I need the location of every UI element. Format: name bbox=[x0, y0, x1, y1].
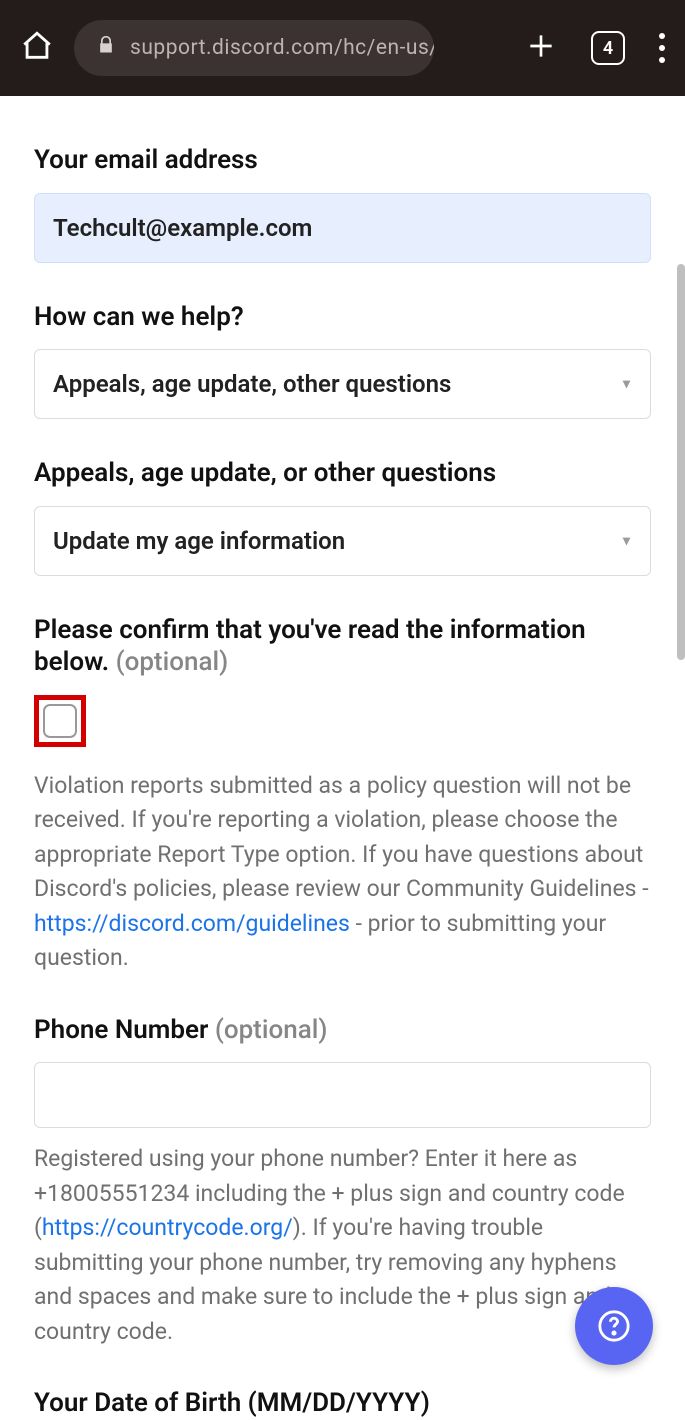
category-select[interactable]: Update my age information bbox=[34, 506, 651, 576]
confirm-help-text: Violation reports submitted as a policy … bbox=[34, 769, 651, 976]
url-bar[interactable]: support.discord.com/hc/en-us/requ bbox=[74, 20, 434, 76]
phone-help-text: Registered using your phone number? Ente… bbox=[34, 1142, 651, 1349]
category-label: Appeals, age update, or other questions bbox=[34, 457, 651, 490]
confirm-help-pre: Violation reports submitted as a policy … bbox=[34, 772, 649, 903]
guidelines-link[interactable]: https://discord.com/guidelines bbox=[34, 910, 350, 937]
browser-top-bar: support.discord.com/hc/en-us/requ 4 bbox=[0, 0, 685, 96]
dob-field-group: Your Date of Birth (MM/DD/YYYY) bbox=[34, 1387, 651, 1420]
help-select[interactable]: Appeals, age update, other questions bbox=[34, 349, 651, 419]
email-input[interactable]: Techcult@example.com bbox=[34, 193, 651, 263]
email-label: Your email address bbox=[34, 144, 651, 177]
phone-label-text: Phone Number bbox=[34, 1015, 215, 1045]
url-text: support.discord.com/hc/en-us/requ bbox=[130, 36, 434, 60]
phone-optional: (optional) bbox=[215, 1015, 328, 1045]
lock-icon bbox=[96, 35, 116, 61]
phone-label: Phone Number (optional) bbox=[34, 1014, 651, 1047]
confirm-checkbox[interactable] bbox=[43, 704, 77, 738]
tab-count: 4 bbox=[603, 38, 613, 59]
category-field-group: Appeals, age update, or other questions … bbox=[34, 457, 651, 576]
help-field-group: How can we help? Appeals, age update, ot… bbox=[34, 301, 651, 420]
phone-input[interactable] bbox=[34, 1062, 651, 1128]
confirm-checkbox-highlight bbox=[34, 695, 86, 747]
help-label: How can we help? bbox=[34, 301, 651, 334]
tab-switcher-button[interactable]: 4 bbox=[591, 31, 625, 65]
dob-label: Your Date of Birth (MM/DD/YYYY) bbox=[34, 1387, 651, 1420]
help-fab-button[interactable] bbox=[575, 1287, 653, 1365]
scrollbar[interactable] bbox=[677, 264, 685, 660]
home-icon[interactable] bbox=[20, 29, 54, 67]
countrycode-link[interactable]: https://countrycode.org/ bbox=[42, 1214, 293, 1241]
new-tab-icon[interactable] bbox=[525, 30, 557, 66]
browser-menu-icon[interactable] bbox=[659, 33, 665, 63]
confirm-label: Please confirm that you've read the info… bbox=[34, 614, 651, 679]
confirm-field-group: Please confirm that you've read the info… bbox=[34, 614, 651, 976]
phone-field-group: Phone Number (optional) Registered using… bbox=[34, 1014, 651, 1350]
form-content: Your email address Techcult@example.com … bbox=[0, 96, 685, 1420]
confirm-optional: (optional) bbox=[116, 647, 229, 677]
email-field-group: Your email address Techcult@example.com bbox=[34, 144, 651, 263]
